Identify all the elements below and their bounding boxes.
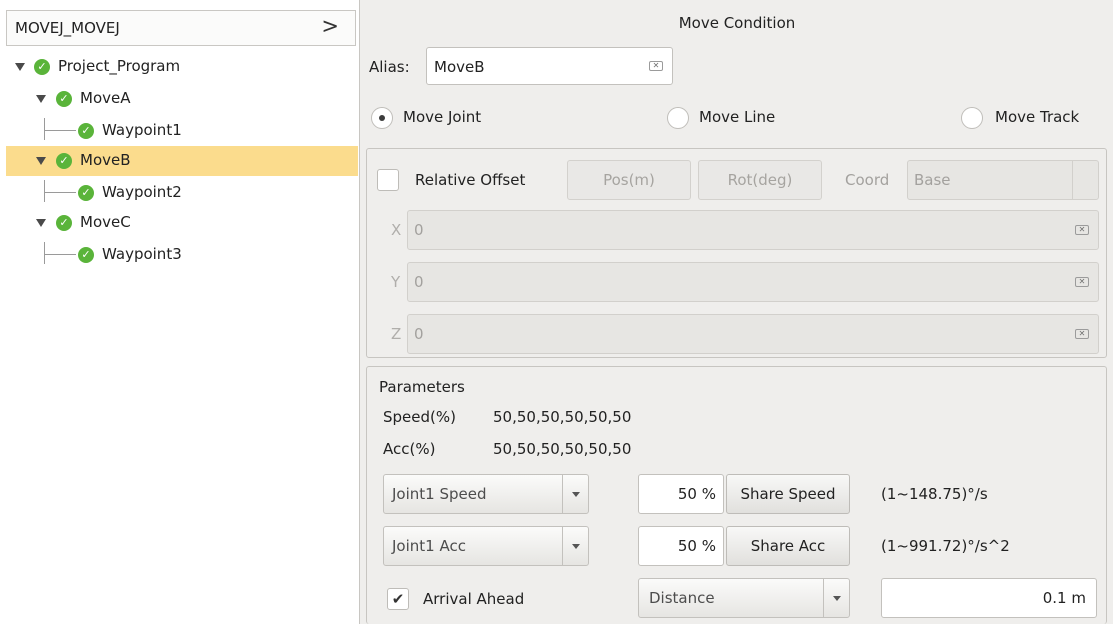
acc-percent-input[interactable]: 50 % <box>638 526 724 566</box>
tree-item-moveb[interactable]: ✓ MoveB <box>6 146 358 176</box>
x-value: 0 <box>414 221 424 239</box>
relative-offset-label[interactable]: Relative Offset <box>415 171 525 189</box>
coord-value: Base <box>914 171 951 189</box>
coord-select[interactable]: Base <box>907 160 1099 200</box>
tree-item-project-program[interactable]: ✓ Project_Program <box>6 52 358 82</box>
tree-item-label: MoveC <box>80 213 131 231</box>
speed-values: 50,50,50,50,50,50 <box>493 408 632 426</box>
radio-move-joint-label[interactable]: Move Joint <box>403 108 481 126</box>
tree-item-waypoint2[interactable]: ✓ Waypoint2 <box>6 178 358 208</box>
y-offset-input[interactable]: 0 ✕ <box>407 262 1099 302</box>
joint-acc-select[interactable]: Joint1 Acc <box>383 526 589 566</box>
arrival-ahead-label[interactable]: Arrival Ahead <box>423 590 524 608</box>
tree-item-waypoint1[interactable]: ✓ Waypoint1 <box>6 116 358 146</box>
radio-move-track-label[interactable]: Move Track <box>995 108 1079 126</box>
acc-label: Acc(%) <box>383 440 436 458</box>
tree-item-label: Waypoint1 <box>102 121 182 139</box>
joint-speed-select-value: Joint1 Speed <box>392 485 487 503</box>
tree-header[interactable]: MOVEJ_MOVEJ > <box>6 10 356 46</box>
x-label: X <box>391 221 402 239</box>
z-offset-input[interactable]: 0 ✕ <box>407 314 1099 354</box>
pos-button[interactable]: Pos(m) <box>567 160 691 200</box>
relative-offset-checkbox[interactable] <box>377 169 399 191</box>
tree-item-label: Waypoint2 <box>102 183 182 201</box>
speed-label: Speed(%) <box>383 408 456 426</box>
arrival-distance-input[interactable]: 0.1 m <box>881 578 1097 618</box>
chevron-down-icon[interactable] <box>823 579 849 617</box>
expand-arrow-icon[interactable] <box>36 219 46 227</box>
acc-percent-value: 50 % <box>677 537 716 555</box>
parameters-title: Parameters <box>379 378 465 396</box>
y-label: Y <box>391 273 401 291</box>
page-title: Move Condition <box>678 14 796 32</box>
alias-label: Alias: <box>369 58 410 76</box>
move-condition-panel: Move Condition Alias: MoveB ✕ Move Joint… <box>361 0 1113 624</box>
status-ok-icon: ✓ <box>56 91 72 107</box>
tree-header-title: MOVEJ_MOVEJ <box>15 19 120 37</box>
speed-range: (1~148.75)°/s <box>881 485 988 503</box>
clear-icon[interactable]: ✕ <box>1075 225 1089 235</box>
program-tree-panel: MOVEJ_MOVEJ > ✓ Project_Program ✓ MoveA … <box>0 0 360 624</box>
acc-values: 50,50,50,50,50,50 <box>493 440 632 458</box>
z-value: 0 <box>414 325 424 343</box>
radio-move-joint[interactable] <box>371 107 393 129</box>
expand-arrow-icon[interactable] <box>36 95 46 103</box>
status-ok-icon: ✓ <box>78 185 94 201</box>
speed-percent-value: 50 % <box>677 485 716 503</box>
arrival-mode-select[interactable]: Distance <box>638 578 850 618</box>
acc-range: (1~991.72)°/s^2 <box>881 537 1010 555</box>
status-ok-icon: ✓ <box>78 247 94 263</box>
x-offset-input[interactable]: 0 ✕ <box>407 210 1099 250</box>
arrival-mode-value: Distance <box>649 589 715 607</box>
arrival-distance-value: 0.1 m <box>1042 589 1086 607</box>
clear-icon[interactable]: ✕ <box>1075 329 1089 339</box>
status-ok-icon: ✓ <box>56 153 72 169</box>
chevron-down-icon[interactable] <box>562 527 588 565</box>
expand-arrow-icon[interactable] <box>15 63 25 71</box>
joint-acc-select-value: Joint1 Acc <box>392 537 466 555</box>
chevron-down-icon[interactable] <box>1072 161 1098 199</box>
rot-button[interactable]: Rot(deg) <box>698 160 822 200</box>
tree-item-label: MoveB <box>80 151 131 169</box>
alias-value: MoveB <box>434 58 485 76</box>
radio-move-track[interactable] <box>961 107 983 129</box>
tree-item-label: Project_Program <box>58 57 181 75</box>
y-value: 0 <box>414 273 424 291</box>
chevron-down-icon[interactable] <box>562 475 588 513</box>
tree-item-waypoint3[interactable]: ✓ Waypoint3 <box>6 240 358 270</box>
tree-item-movea[interactable]: ✓ MoveA <box>6 84 358 114</box>
radio-move-line[interactable] <box>667 107 689 129</box>
z-label: Z <box>391 325 402 343</box>
coord-label: Coord <box>845 171 890 189</box>
radio-move-line-label[interactable]: Move Line <box>699 108 775 126</box>
expand-arrow-icon[interactable] <box>36 157 46 165</box>
clear-icon[interactable]: ✕ <box>649 61 663 71</box>
share-acc-button[interactable]: Share Acc <box>726 526 850 566</box>
status-ok-icon: ✓ <box>56 215 72 231</box>
tree-item-label: Waypoint3 <box>102 245 182 263</box>
arrival-ahead-checkbox[interactable]: ✔ <box>387 588 409 610</box>
clear-icon[interactable]: ✕ <box>1075 277 1089 287</box>
status-ok-icon: ✓ <box>34 59 50 75</box>
status-ok-icon: ✓ <box>78 123 94 139</box>
joint-speed-select[interactable]: Joint1 Speed <box>383 474 589 514</box>
speed-percent-input[interactable]: 50 % <box>638 474 724 514</box>
share-speed-button[interactable]: Share Speed <box>726 474 850 514</box>
tree-item-label: MoveA <box>80 89 131 107</box>
tree-item-movec[interactable]: ✓ MoveC <box>6 208 358 238</box>
chevron-right-icon[interactable]: > <box>321 14 339 38</box>
alias-input[interactable]: MoveB ✕ <box>426 47 673 85</box>
